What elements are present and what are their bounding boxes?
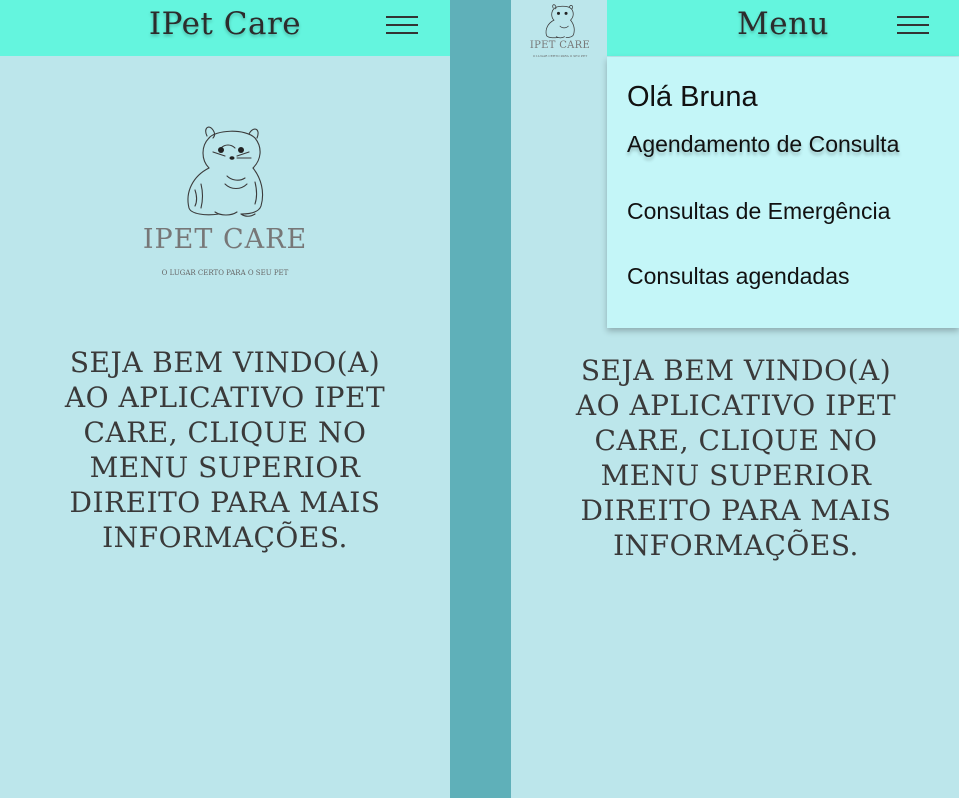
- logo-tagline: O LUGAR CERTO PARA O SEU PET: [532, 54, 588, 58]
- hamster-icon: [545, 4, 575, 39]
- menu-item-agendamento[interactable]: Agendamento de Consulta: [627, 131, 899, 158]
- menu-item-emergencia[interactable]: Consultas de Emergência: [627, 198, 890, 225]
- home-screen: IPet Care IPET CARE O LUGAR CERTO PARA O…: [0, 0, 450, 798]
- menu-header: Menu: [607, 0, 959, 56]
- side-menu-panel: Olá Bruna Agendamento de Consulta Consul…: [607, 57, 959, 328]
- app-logo: IPET CARE O LUGAR CERTO PARA O SEU PET: [525, 2, 595, 58]
- logo-name: IPET CARE: [142, 224, 308, 255]
- user-greeting: Olá Bruna: [627, 81, 758, 113]
- logo-tagline: O LUGAR CERTO PARA O SEU PET: [161, 269, 289, 277]
- app-header: IPet Care: [0, 0, 450, 56]
- hamster-icon: [187, 126, 264, 217]
- welcome-message: SEJA BEM VINDO(A) AO APLICATIVO IPET CAR…: [64, 346, 386, 554]
- app-title: IPet Care: [148, 6, 302, 42]
- welcome-message: SEJA BEM VINDO(A) AO APLICATIVO IPET CAR…: [575, 354, 897, 562]
- hamburger-menu-icon[interactable]: [897, 14, 929, 36]
- menu-screen: IPET CARE O LUGAR CERTO PARA O SEU PET M…: [511, 0, 959, 798]
- app-logo: IPET CARE O LUGAR CERTO PARA O SEU PET: [125, 120, 325, 277]
- menu-item-agendadas[interactable]: Consultas agendadas: [627, 263, 850, 290]
- logo-name: IPET CARE: [529, 40, 591, 51]
- hamburger-menu-icon[interactable]: [386, 14, 418, 36]
